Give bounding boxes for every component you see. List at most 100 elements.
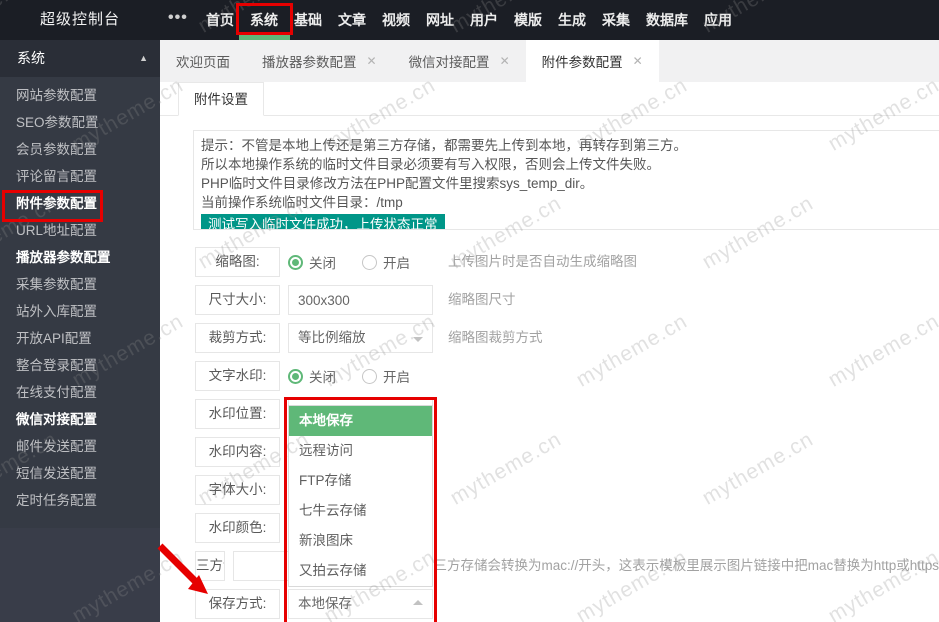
tab-close-icon[interactable]: ✕ [500, 54, 510, 68]
sidebar-item-评论留言配置[interactable]: 评论留言配置 [0, 163, 160, 190]
input-size[interactable] [288, 285, 433, 315]
tab-label: 附件参数配置 [542, 51, 623, 71]
topnav-item-系统[interactable]: 系统 [250, 0, 278, 40]
sidebar-item-邮件发送配置[interactable]: 邮件发送配置 [0, 433, 160, 460]
control-size [288, 285, 433, 315]
tab-close-icon[interactable]: ✕ [367, 54, 377, 68]
sidebar-item-在线支付配置[interactable]: 在线支付配置 [0, 379, 160, 406]
dropdown-option-新浪图床[interactable]: 新浪图床 [289, 526, 432, 556]
tab-播放器参数配置[interactable]: 播放器参数配置 ✕ [246, 40, 393, 82]
form-row-size: 尺寸大小: 缩略图尺寸 [195, 285, 939, 315]
label-crop-mode: 裁剪方式: [195, 323, 280, 353]
sidebar-item-附件参数配置[interactable]: 附件参数配置 [0, 190, 160, 217]
topnav-item-应用[interactable]: 应用 [704, 0, 732, 40]
sidebar-item-SEO参数配置[interactable]: SEO参数配置 [0, 109, 160, 136]
dropdown-option-本地保存[interactable]: 本地保存 [289, 406, 432, 436]
topnav-item-视频[interactable]: 视频 [382, 0, 410, 40]
radio-label-开启[interactable]: 开启 [383, 366, 410, 386]
tab-欢迎页面[interactable]: 欢迎页面 [160, 40, 246, 82]
dropdown-option-远程访问[interactable]: 远程访问 [289, 436, 432, 466]
radio-group-thumbnail: 关闭 开启 [288, 247, 433, 277]
label-watermark-position: 水印位置: [195, 399, 280, 429]
content-panel: 附件设置 提示：不管是本地上传还是第三方存储，都需要先上传到本地，再转存到第三方… [160, 82, 939, 622]
page-tabbar: 欢迎页面 播放器参数配置 ✕ 微信对接配置 ✕ 附件参数配置 ✕ [160, 40, 939, 82]
form-row-crop-mode: 裁剪方式: 等比例缩放缩略图裁剪方式 [195, 323, 939, 353]
form-row-thumbnail: 缩略图: 关闭 开启 上传图片时是否自动生成缩略图 [195, 247, 939, 277]
form-row-save-method: 保存方式: 本地保存 [195, 589, 939, 619]
select-save-method[interactable]: 本地保存 [288, 589, 433, 619]
label-thumbnail: 缩略图: [195, 247, 280, 277]
label-watermark-color: 水印颜色: [195, 513, 280, 543]
topnav-item-基础[interactable]: 基础 [294, 0, 322, 40]
radio-thumbnail-开启[interactable] [362, 255, 377, 270]
tab-label: 播放器参数配置 [262, 51, 357, 71]
radio-label-关闭[interactable]: 关闭 [309, 366, 336, 386]
tab-label: 微信对接配置 [409, 51, 490, 71]
tab-attachment-settings[interactable]: 附件设置 [178, 82, 264, 116]
hint-size: 缩略图尺寸 [448, 285, 516, 315]
sidebar-item-定时任务配置[interactable]: 定时任务配置 [0, 487, 160, 514]
app-title: 超级控制台 [40, 0, 120, 40]
hint-thumbnail: 上传图片时是否自动生成缩略图 [448, 247, 637, 277]
dropdown-option-FTP存储[interactable]: FTP存储 [289, 466, 432, 496]
notice-lines: 提示：不管是本地上传还是第三方存储，都需要先上传到本地，再转存到第三方。所以本地… [201, 136, 939, 212]
inner-tabbar: 附件设置 [160, 82, 939, 116]
label-size: 尺寸大小: [195, 285, 280, 315]
label-font-size: 字体大小: [195, 475, 280, 505]
tab-附件参数配置[interactable]: 附件参数配置 ✕ [526, 40, 659, 82]
dropdown-option-又拍云存储[interactable]: 又拍云存储 [289, 556, 432, 586]
status-badge: 测试写入临时文件成功，上传状态正常 [201, 214, 445, 230]
sidebar-item-微信对接配置[interactable]: 微信对接配置 [0, 406, 160, 433]
chevron-up-icon [413, 600, 423, 605]
sidebar-item-采集参数配置[interactable]: 采集参数配置 [0, 271, 160, 298]
tab-close-icon[interactable]: ✕ [633, 54, 643, 68]
topnav-item-采集[interactable]: 采集 [602, 0, 630, 40]
top-nav: 首页系统基础文章视频网址用户模版生成采集数据库应用 [206, 0, 732, 40]
notice-line-3: PHP临时文件目录修改方法在PHP配置文件里搜索sys_temp_dir。 [201, 174, 939, 193]
hint-crop-mode: 缩略图裁剪方式 [448, 323, 543, 353]
tab-微信对接配置[interactable]: 微信对接配置 ✕ [393, 40, 526, 82]
nav-active-indicator [239, 35, 290, 40]
top-header: 超级控制台 ••• 首页系统基础文章视频网址用户模版生成采集数据库应用 [0, 0, 939, 40]
radio-text-watermark-关闭[interactable] [288, 369, 303, 384]
sidebar-item-网站参数配置[interactable]: 网站参数配置 [0, 82, 160, 109]
hint-third-party-protocol: 使用第三方存储会转换为mac://开头，这表示模板里展示图片链接中把mac替换为… [393, 551, 939, 581]
topnav-item-生成[interactable]: 生成 [558, 0, 586, 40]
sidebar-group-system[interactable]: 系统 ▲ [0, 40, 160, 77]
topnav-item-文章[interactable]: 文章 [338, 0, 366, 40]
sidebar-item-播放器参数配置[interactable]: 播放器参数配置 [0, 244, 160, 271]
radio-label-开启[interactable]: 开启 [383, 252, 410, 272]
topnav-item-网址[interactable]: 网址 [426, 0, 454, 40]
radio-thumbnail-关闭[interactable] [288, 255, 303, 270]
label-watermark-content: 水印内容: [195, 437, 280, 467]
sidebar-group-label: 系统 [17, 50, 45, 66]
collapse-caret-icon: ▲ [139, 40, 148, 77]
topnav-item-首页[interactable]: 首页 [206, 0, 234, 40]
label-third-party-protocol: 三方访问协... [195, 551, 225, 581]
sidebar-item-站外入库配置[interactable]: 站外入库配置 [0, 298, 160, 325]
sidebar-item-URL地址配置[interactable]: URL地址配置 [0, 217, 160, 244]
topnav-item-模版[interactable]: 模版 [514, 0, 542, 40]
tab-label: 欢迎页面 [176, 51, 230, 71]
form-row-text-watermark: 文字水印:关闭开启 [195, 361, 939, 391]
notice-line-1: 提示：不管是本地上传还是第三方存储，都需要先上传到本地，再转存到第三方。 [201, 136, 939, 155]
topnav-item-用户[interactable]: 用户 [470, 0, 498, 40]
sidebar-item-短信发送配置[interactable]: 短信发送配置 [0, 460, 160, 487]
sidebar-menu: 网站参数配置SEO参数配置会员参数配置评论留言配置附件参数配置URL地址配置播放… [0, 77, 160, 528]
sidebar-item-整合登录配置[interactable]: 整合登录配置 [0, 352, 160, 379]
radio-text-watermark-开启[interactable] [362, 369, 377, 384]
more-menu-icon[interactable]: ••• [168, 0, 188, 36]
chevron-down-icon [413, 337, 423, 342]
label-save-method: 保存方式: [195, 589, 280, 619]
notice-line-2: 所以本地操作系统的临时文件目录必须要有写入权限，否则会上传文件失败。 [201, 155, 939, 174]
sidebar-item-会员参数配置[interactable]: 会员参数配置 [0, 136, 160, 163]
radio-label-关闭[interactable]: 关闭 [309, 252, 336, 272]
dropdown-option-七牛云存储[interactable]: 七牛云存储 [289, 496, 432, 526]
select-crop-mode[interactable]: 等比例缩放 [288, 323, 433, 353]
control-save-method: 本地保存 [288, 589, 433, 619]
sidebar-item-开放API配置[interactable]: 开放API配置 [0, 325, 160, 352]
notice-line-4: 当前操作系统临时文件目录：/tmp [201, 193, 939, 212]
save-method-dropdown: 本地保存远程访问FTP存储七牛云存储新浪图床又拍云存储 [288, 405, 433, 587]
topnav-item-数据库[interactable]: 数据库 [646, 0, 688, 40]
control-text-watermark: 关闭 开启 [288, 361, 433, 391]
